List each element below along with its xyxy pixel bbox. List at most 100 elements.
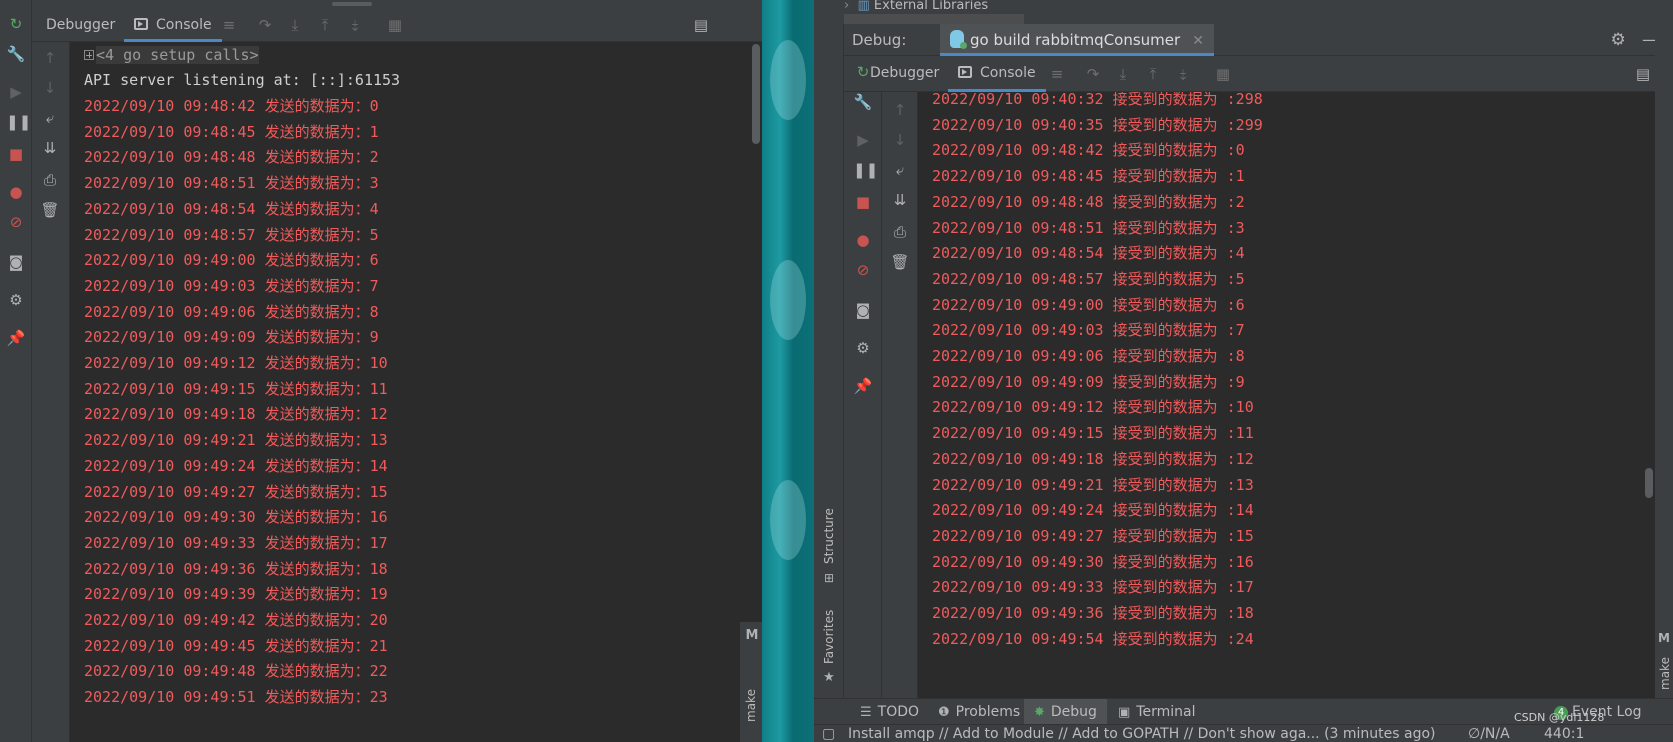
pause-icon[interactable]: ❚❚ [6,112,31,132]
evaluate-icon[interactable]: ▦ [1214,65,1232,83]
project-tree-row[interactable]: › ▥ External Libraries [844,0,988,12]
left-console-output[interactable]: <4 go setup calls> API server listening … [70,42,750,742]
run-to-cursor-icon[interactable]: ⤈ [1174,65,1192,83]
view-breakpoints-icon[interactable]: ● [6,182,26,202]
tab-debugger-label: Debugger [870,65,940,81]
sent-log-line: 2022/09/10 09:49:39 发送的数据为：19 [84,585,388,604]
settings-icon[interactable]: ⚙ [853,338,873,358]
setup-calls-line[interactable]: <4 go setup calls> [84,42,259,68]
layout-icon[interactable]: ▤ [1634,65,1652,83]
settings-icon[interactable]: ⚙ [1611,30,1626,50]
expand-icon[interactable] [84,50,94,60]
received-log-line: 2022/09/10 09:49:24 接受到的数据为 :14 [932,501,1254,520]
pause-icon[interactable]: ❚❚ [853,160,878,180]
tab-terminal[interactable]: ▣ Terminal [1108,699,1205,725]
view-breakpoints-icon[interactable]: ● [853,230,873,250]
tab-console[interactable]: Console [948,56,1046,92]
info-icon: ❶ [938,705,950,720]
step-out-icon[interactable]: ⤒ [316,16,334,34]
stop-icon[interactable]: ■ [6,144,26,164]
project-tree-row-cut [844,14,1024,24]
structure-tool-label[interactable]: Structure [822,508,836,564]
resume-icon[interactable]: ▶ [6,82,26,102]
soft-wrap-icon[interactable]: ⤶ [890,160,910,180]
rerun-icon[interactable]: ↻ [853,62,873,82]
tab-debugger[interactable]: Debugger [860,56,949,92]
up-arrow-icon[interactable]: ↑ [40,48,60,68]
tab-todo[interactable]: ☰ TODO [850,699,929,725]
pin-icon[interactable]: 📌 [6,328,26,348]
received-log-line: 2022/09/10 09:40:32 接受到的数据为 :298 [932,92,1263,108]
resume-icon[interactable]: ▶ [853,130,873,150]
tab-debugger[interactable]: Debugger [36,8,125,42]
step-over-icon[interactable]: ↷ [1084,65,1102,83]
project-tree-peek: › ▥ External Libraries [814,0,1673,24]
encoding-status[interactable]: ∅/N/A [1468,725,1510,742]
right-debug-window: › ▥ External Libraries Structure ⊞ Favor… [814,0,1673,742]
tab-debug[interactable]: ✸ Debug [1024,699,1107,725]
problems-label: Problems [955,704,1021,720]
step-over-icon[interactable]: ↷ [256,16,274,34]
tab-console-label: Console [980,65,1036,81]
close-icon[interactable]: ✕ [1192,33,1204,49]
status-message[interactable]: Install amqp // Add to Module // Add to … [848,725,1436,742]
rerun-icon[interactable]: ↻ [6,14,26,34]
tab-console[interactable]: Console [124,8,222,42]
down-arrow-icon[interactable]: ↓ [40,78,60,98]
wrench-icon[interactable]: 🔧 [853,92,873,112]
right-make-label[interactable]: make [1658,657,1672,690]
received-log-line: 2022/09/10 09:49:12 接受到的数据为 :10 [932,398,1254,417]
cursor-position[interactable]: 440:1 [1544,725,1584,742]
background-light-band [770,480,806,560]
left-scroll-thumb[interactable] [752,44,760,144]
left-debug-window: ↻ 🔧 ▶ ❚❚ ■ ● ⊘ ◙ ⚙ 📌 Debugger Console ≡ … [0,0,762,742]
background-light-band [770,40,806,120]
step-into-icon[interactable]: ⤓ [286,16,304,34]
go-gopher-icon [950,30,967,49]
camera-icon[interactable]: ◙ [853,300,873,320]
mute-breakpoints-icon[interactable]: ⊘ [853,260,873,280]
right-scrollbar[interactable] [1643,92,1655,698]
received-log-line: 2022/09/10 09:48:51 接受到的数据为 :3 [932,218,1245,237]
right-scroll-thumb[interactable] [1645,468,1653,498]
left-make-label[interactable]: make [744,689,758,722]
trash-icon[interactable]: 🗑 [890,252,910,272]
scroll-to-end-icon[interactable]: ⇊ [890,190,910,210]
layout-icon[interactable]: ▤ [692,16,710,34]
star-icon[interactable]: ★ [819,668,839,688]
step-into-icon[interactable]: ⤓ [1114,65,1132,83]
down-arrow-icon[interactable]: ↓ [890,130,910,150]
camera-icon[interactable]: ◙ [6,252,26,272]
menu-lines-icon[interactable]: ≡ [1048,65,1066,83]
tab-problems[interactable]: ❶ Problems [928,699,1030,725]
trash-icon[interactable]: 🗑 [40,200,60,220]
scroll-to-end-icon[interactable]: ⇊ [40,138,60,158]
debug-tab-label: Debug [1050,704,1097,720]
received-log-line: 2022/09/10 09:48:54 接受到的数据为 :4 [932,244,1245,263]
menu-lines-icon[interactable]: ≡ [220,16,238,34]
pin-icon[interactable]: 📌 [853,376,873,396]
sent-log-line: 2022/09/10 09:49:03 发送的数据为：7 [84,276,379,295]
structure-icon[interactable]: ⊞ [819,568,839,588]
right-console-output[interactable]: 2022/09/10 09:40:32 接受到的数据为 :298 2022/09/… [918,92,1643,698]
print-icon[interactable]: ⎙ [40,170,60,190]
received-log-line: 2022/09/10 09:49:54 接受到的数据为 :24 [932,629,1254,648]
right-tab-bar: Debugger Console ≡ ↷ ⤓ ⤒ ⤈ ▦ ▤ [844,56,1673,92]
left-top-scrollbar[interactable] [332,2,372,6]
mute-breakpoints-icon[interactable]: ⊘ [6,212,26,232]
stop-icon[interactable]: ■ [853,192,873,212]
print-icon[interactable]: ⎙ [890,222,910,242]
sent-log-line: 2022/09/10 09:49:24 发送的数据为：14 [84,456,388,475]
settings-icon[interactable]: ⚙ [6,290,26,310]
received-log-line: 2022/09/10 09:49:15 接受到的数据为 :11 [932,424,1254,443]
up-arrow-icon[interactable]: ↑ [890,100,910,120]
soft-wrap-icon[interactable]: ⤶ [40,108,60,128]
run-config-tab[interactable]: go build rabbitmqConsumer ✕ [940,24,1214,56]
evaluate-icon[interactable]: ▦ [386,16,404,34]
wrench-icon[interactable]: 🔧 [6,44,26,64]
bug-icon: ✸ [1034,705,1045,720]
step-out-icon[interactable]: ⤒ [1144,65,1162,83]
run-to-cursor-icon[interactable]: ⤈ [346,16,364,34]
favorites-tool-label[interactable]: Favorites [822,610,836,664]
status-toggle-icon[interactable]: ▢ [822,725,835,742]
